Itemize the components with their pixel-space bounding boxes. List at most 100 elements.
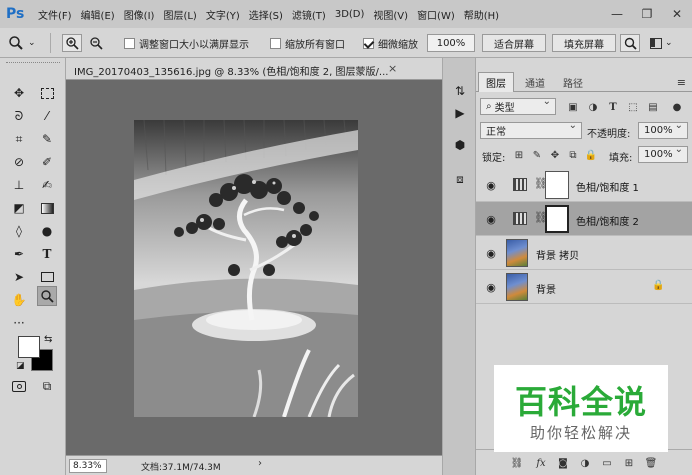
3d-panel-button[interactable]: ⬢	[451, 136, 469, 154]
path-selection-tool[interactable]: ➤	[9, 267, 29, 287]
workspace-switcher[interactable]: ⌄	[650, 34, 676, 52]
history-brush-tool[interactable]: ✍	[37, 175, 57, 195]
screen-mode-button[interactable]: ⧉	[37, 376, 57, 396]
clone-stamp-tool[interactable]: ⊥	[9, 175, 29, 195]
actions-panel-button[interactable]: ▶	[451, 104, 469, 122]
zoom-in-button[interactable]	[62, 34, 82, 52]
tool-preset-picker[interactable]: ⌄	[8, 34, 44, 52]
filter-adjustment-icon[interactable]: ◑	[586, 100, 600, 114]
crop-tool[interactable]: ⌗	[9, 129, 29, 149]
lock-artboard-icon[interactable]: ⧉	[566, 148, 580, 162]
menu-3d[interactable]: 3D(D)	[335, 9, 365, 20]
brush-tool[interactable]: ✐	[37, 152, 57, 172]
menu-select[interactable]: 选择(S)	[249, 7, 283, 22]
fit-screen-button[interactable]: 适合屏幕	[482, 34, 546, 52]
edit-toolbar-button[interactable]: ···	[9, 313, 29, 333]
resize-windows-option[interactable]: 调整窗口大小以满屏显示	[124, 34, 249, 52]
status-info-arrow[interactable]: ›	[258, 458, 262, 469]
visibility-eye-icon[interactable]: ◉	[484, 280, 498, 294]
search-button[interactable]	[620, 34, 640, 52]
menu-type[interactable]: 文字(Y)	[206, 7, 240, 22]
filter-shape-icon[interactable]: ⬚	[626, 100, 640, 114]
link-layers-icon[interactable]: ⛓	[510, 456, 524, 470]
filter-type-icon[interactable]: T	[606, 100, 620, 114]
fill-screen-button[interactable]: 填充屏幕	[552, 34, 616, 52]
image-canvas[interactable]	[134, 120, 358, 417]
filter-smart-object-icon[interactable]: ▤	[646, 100, 660, 114]
new-adjustment-icon[interactable]: ◑	[578, 456, 592, 470]
filter-toggle-icon[interactable]: ●	[670, 100, 684, 114]
opacity-field[interactable]: 100%	[638, 120, 688, 139]
layer-row-hue-sat-2[interactable]: ◉ ⛓ 色相/饱和度 2	[476, 202, 692, 236]
menu-help[interactable]: 帮助(H)	[464, 7, 499, 22]
menu-file[interactable]: 文件(F)	[38, 7, 72, 22]
marquee-tool[interactable]	[37, 83, 57, 103]
zoom-out-button[interactable]	[86, 34, 106, 52]
delete-layer-icon[interactable]: 🗑	[644, 456, 658, 470]
layer-mask-thumbnail[interactable]	[545, 205, 569, 233]
zoom-tool[interactable]	[37, 286, 57, 306]
default-colors-icon[interactable]: ◪	[16, 361, 25, 371]
resize-windows-checkbox[interactable]	[124, 37, 135, 49]
layer-mask-thumbnail[interactable]	[545, 171, 569, 199]
close-button[interactable]: ✕	[662, 0, 692, 28]
scrubby-zoom-option[interactable]: 细微缩放	[363, 34, 418, 52]
zoom-level-field[interactable]: 8.33%	[69, 459, 107, 473]
layer-row-hue-sat-1[interactable]: ◉ ⛓ 色相/饱和度 1	[476, 168, 692, 202]
fill-field[interactable]: 100%	[638, 144, 688, 163]
lock-position-icon[interactable]: ✥	[548, 148, 562, 162]
gradient-tool[interactable]	[37, 198, 57, 218]
type-tool[interactable]: T	[37, 244, 57, 264]
lock-icon[interactable]: 🔒	[652, 280, 664, 291]
menu-edit[interactable]: 编辑(E)	[81, 7, 115, 22]
rectangle-tool[interactable]	[37, 267, 57, 287]
visibility-eye-icon[interactable]: ◉	[484, 212, 498, 226]
menu-layer[interactable]: 图层(L)	[163, 7, 196, 22]
menu-filter[interactable]: 滤镜(T)	[292, 7, 326, 22]
zoom-percent-field[interactable]: 100%	[427, 34, 475, 52]
minimize-button[interactable]: —	[602, 0, 632, 28]
history-panel-button[interactable]: ⇅	[451, 82, 469, 100]
restore-button[interactable]: ❐	[632, 0, 662, 28]
quick-mask-button[interactable]	[9, 376, 29, 396]
pen-tool[interactable]: ✒	[9, 244, 29, 264]
blur-tool[interactable]: ◊	[9, 221, 29, 241]
panel-menu-icon[interactable]: ≡	[677, 76, 686, 89]
filter-pixel-icon[interactable]: ▣	[566, 100, 580, 114]
filter-kind-select[interactable]: ⌕ 类型	[480, 96, 556, 115]
lasso-tool[interactable]: ᘐ	[9, 106, 29, 126]
healing-brush-tool[interactable]: ⊘	[9, 152, 29, 172]
layer-row-background[interactable]: ◉ 背景 🔒	[476, 270, 692, 304]
eraser-tool[interactable]: ◩	[9, 198, 29, 218]
layer-row-background-copy[interactable]: ◉ 背景 拷贝	[476, 236, 692, 270]
menu-image[interactable]: 图像(I)	[124, 7, 155, 22]
visibility-eye-icon[interactable]: ◉	[484, 246, 498, 260]
properties-panel-button[interactable]: ⧈	[451, 170, 469, 188]
blend-mode-select[interactable]: 正常	[480, 120, 582, 139]
new-group-icon[interactable]: ▭	[600, 456, 614, 470]
tab-channels[interactable]: 通道	[518, 72, 552, 92]
menu-window[interactable]: 窗口(W)	[417, 7, 455, 22]
tab-layers[interactable]: 图层	[478, 72, 514, 92]
visibility-eye-icon[interactable]: ◉	[484, 178, 498, 192]
layer-style-icon[interactable]: fx	[534, 456, 548, 470]
swap-colors-icon[interactable]: ⇆	[44, 334, 52, 345]
lock-pixels-icon[interactable]: ✎	[530, 148, 544, 162]
document-tab[interactable]: IMG_20170403_135616.jpg @ 8.33% (色相/饱和度 …	[66, 58, 442, 80]
zoom-all-checkbox[interactable]	[270, 37, 281, 49]
move-tool[interactable]: ✥	[9, 83, 29, 103]
new-layer-icon[interactable]: ⊞	[622, 456, 636, 470]
lock-transparent-icon[interactable]: ⊞	[512, 148, 526, 162]
eyedropper-tool[interactable]: ✎	[37, 129, 57, 149]
foreground-color-swatch[interactable]	[18, 336, 40, 358]
dodge-tool[interactable]: ●	[37, 221, 57, 241]
menu-view[interactable]: 视图(V)	[373, 7, 408, 22]
lock-all-icon[interactable]: 🔒	[584, 148, 598, 162]
tab-paths[interactable]: 路径	[556, 72, 590, 92]
zoom-all-option[interactable]: 缩放所有窗口	[270, 34, 345, 52]
hand-tool[interactable]: ✋	[9, 290, 29, 310]
add-mask-icon[interactable]: ◙	[556, 456, 570, 470]
close-tab-icon[interactable]: ×	[388, 62, 397, 75]
magic-wand-tool[interactable]: ⁄	[37, 106, 57, 126]
scrubby-zoom-checkbox[interactable]	[363, 37, 374, 49]
